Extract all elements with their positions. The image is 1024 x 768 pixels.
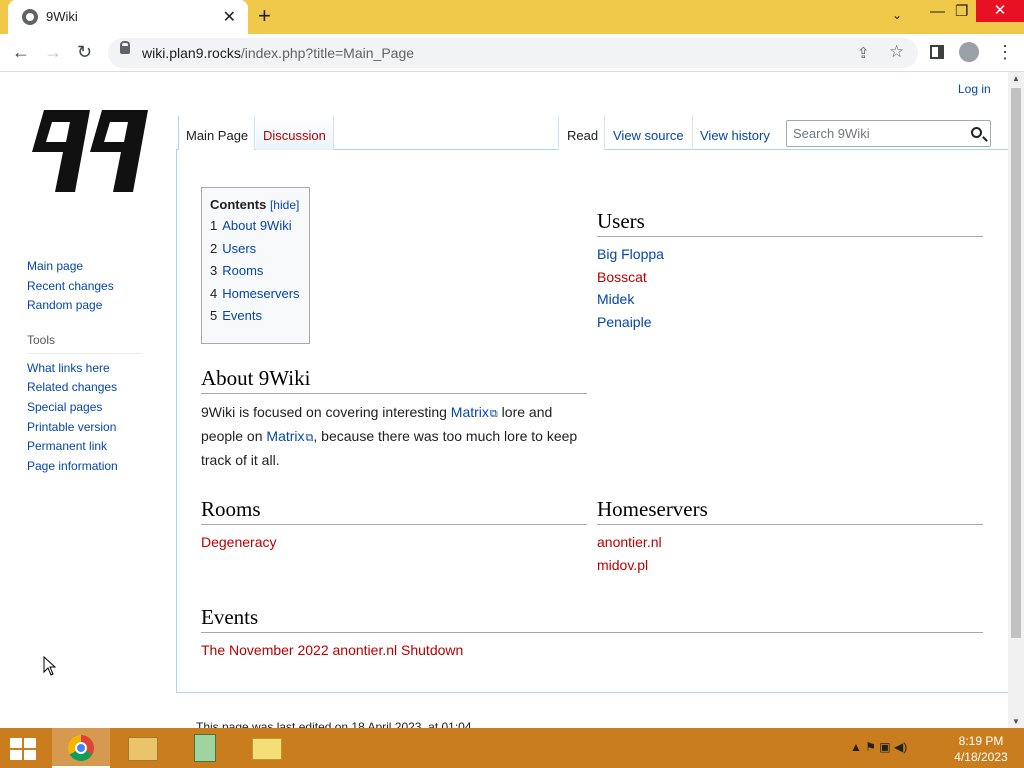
globe-icon (22, 9, 38, 25)
sidebar-item-related-changes[interactable]: Related changes (27, 378, 157, 398)
sidebar: Main page Recent changes Random page Too… (27, 257, 157, 476)
matrix-link[interactable]: Matrix (451, 404, 498, 420)
page-viewport: Log in Main page Recent changes Random p… (0, 72, 1024, 728)
events-list: The November 2022 anontier.nl Shutdown (201, 639, 463, 661)
sidebar-item-random-page[interactable]: Random page (27, 296, 157, 316)
back-button[interactable]: ← (12, 41, 30, 63)
taskbar: ▲ ⚑ ▣ ◀) 8:19 PM 4/18/2023 (0, 728, 1024, 768)
sidebar-item-printable-version[interactable]: Printable version (27, 418, 157, 438)
tab-close-icon[interactable]: ✕ (223, 7, 236, 27)
toc-item[interactable]: 1 About 9Wiki (210, 218, 301, 235)
browser-tab[interactable]: 9Wiki ✕ (8, 0, 248, 34)
system-tray-icons[interactable]: ▲ ⚑ ▣ ◀) (850, 740, 907, 754)
homeservers-heading: Homeservers (597, 497, 983, 525)
tab-discussion[interactable]: Discussion (256, 116, 334, 150)
sidebar-item-special-pages[interactable]: Special pages (27, 398, 157, 418)
sidebar-item-main-page[interactable]: Main page (27, 257, 157, 277)
scroll-up-icon[interactable]: ▲ (1012, 74, 1020, 83)
minimize-button[interactable]: — (930, 2, 945, 22)
window-close-button[interactable]: ✕ (976, 0, 1024, 22)
url-text[interactable]: wiki.plan9.rocks/index.php?title=Main_Pa… (142, 45, 414, 61)
list-item[interactable]: midov.pl (597, 554, 662, 577)
matrix-link[interactable]: Matrix (266, 428, 313, 444)
tab-main-page[interactable]: Main Page (178, 116, 255, 150)
about-heading: About 9Wiki (201, 366, 587, 394)
sidebar-item-recent-changes[interactable]: Recent changes (27, 277, 157, 297)
taskbar-file-explorer[interactable] (114, 728, 172, 768)
address-bar[interactable]: wiki.plan9.rocks/index.php?title=Main_Pa… (108, 38, 918, 68)
wiki-logo[interactable] (30, 104, 150, 204)
taskbar-folder[interactable] (238, 728, 296, 768)
list-item[interactable]: Midek (597, 288, 664, 311)
toc-item[interactable]: 4 Homeservers (210, 286, 301, 303)
sidebar-item-what-links-here[interactable]: What links here (27, 359, 157, 379)
tab-read[interactable]: Read (558, 116, 605, 150)
about-paragraph: 9Wiki is focused on covering interesting… (201, 401, 587, 471)
browser-menu-icon[interactable]: ⋮ (996, 41, 1014, 63)
table-of-contents: Contents [hide] 1 About 9Wiki 2 Users 3 Roo… (201, 187, 310, 344)
search-icon[interactable] (971, 127, 982, 138)
list-item[interactable]: Penaiple (597, 311, 664, 334)
rooms-heading: Rooms (201, 497, 587, 525)
search-box (786, 120, 991, 147)
reload-button[interactable]: ↻ (77, 41, 92, 63)
file-explorer-icon (128, 737, 158, 761)
windows-start-icon[interactable] (10, 738, 38, 760)
list-item[interactable]: anontier.nl (597, 531, 662, 554)
taskbar-chrome[interactable] (52, 728, 110, 768)
restore-button[interactable]: ❐ (955, 2, 968, 22)
folder-icon (252, 738, 282, 760)
profile-avatar-icon[interactable] (959, 42, 979, 62)
notepad-icon (194, 734, 216, 762)
last-edited-footer: This page was last edited on 18 April 20… (196, 720, 475, 728)
rooms-list: Degeneracy (201, 531, 277, 553)
tab-view-history[interactable]: View history (694, 116, 778, 150)
taskbar-clock[interactable]: 8:19 PM 4/18/2023 (950, 733, 1012, 765)
forward-button[interactable]: → (44, 41, 62, 63)
clock-date: 4/18/2023 (954, 750, 1008, 764)
list-item[interactable]: Big Floppa (597, 243, 664, 266)
side-panel-icon[interactable] (930, 45, 944, 59)
mouse-cursor-icon (43, 656, 57, 676)
toc-hide-link[interactable]: [hide] (270, 198, 299, 212)
browser-toolbar: ← → ↻ wiki.plan9.rocks/index.php?title=M… (0, 34, 1024, 72)
search-input[interactable] (793, 126, 963, 141)
sidebar-item-page-information[interactable]: Page information (27, 457, 157, 477)
taskbar-notepad[interactable] (176, 728, 234, 768)
toc-title: Contents (210, 197, 267, 212)
vertical-scrollbar[interactable]: ▲ ▼ (1008, 72, 1024, 728)
homeservers-list: anontier.nl midov.pl (597, 531, 662, 576)
list-item[interactable]: The November 2022 anontier.nl Shutdown (201, 639, 463, 661)
share-icon[interactable]: ⇪ (857, 44, 870, 62)
events-heading: Events (201, 605, 983, 633)
toc-item[interactable]: 3 Rooms (210, 263, 301, 280)
sidebar-item-permanent-link[interactable]: Permanent link (27, 437, 157, 457)
toc-item[interactable]: 5 Events (210, 308, 301, 325)
tab-title: 9Wiki (46, 9, 78, 24)
tools-heading: Tools (27, 333, 142, 354)
toc-item[interactable]: 2 Users (210, 241, 301, 258)
tab-view-source[interactable]: View source (606, 116, 693, 150)
users-heading: Users (597, 209, 983, 237)
chrome-icon (68, 735, 94, 761)
login-link[interactable]: Log in (958, 82, 991, 96)
tab-strip: 9Wiki ✕ + ⌄ — ❐ ✕ (0, 0, 1024, 34)
users-list: Big Floppa Bosscat Midek Penaiple (597, 243, 664, 333)
list-item[interactable]: Bosscat (597, 266, 664, 289)
clock-time: 8:19 PM (958, 734, 1004, 748)
lock-icon[interactable] (120, 41, 130, 54)
bookmark-star-icon[interactable]: ☆ (889, 42, 904, 62)
new-tab-button[interactable]: + (258, 4, 271, 28)
scroll-down-icon[interactable]: ▼ (1012, 717, 1020, 726)
scrollbar-thumb[interactable] (1011, 88, 1021, 638)
list-item[interactable]: Degeneracy (201, 531, 277, 553)
tab-search-chevron-icon[interactable]: ⌄ (892, 8, 902, 22)
